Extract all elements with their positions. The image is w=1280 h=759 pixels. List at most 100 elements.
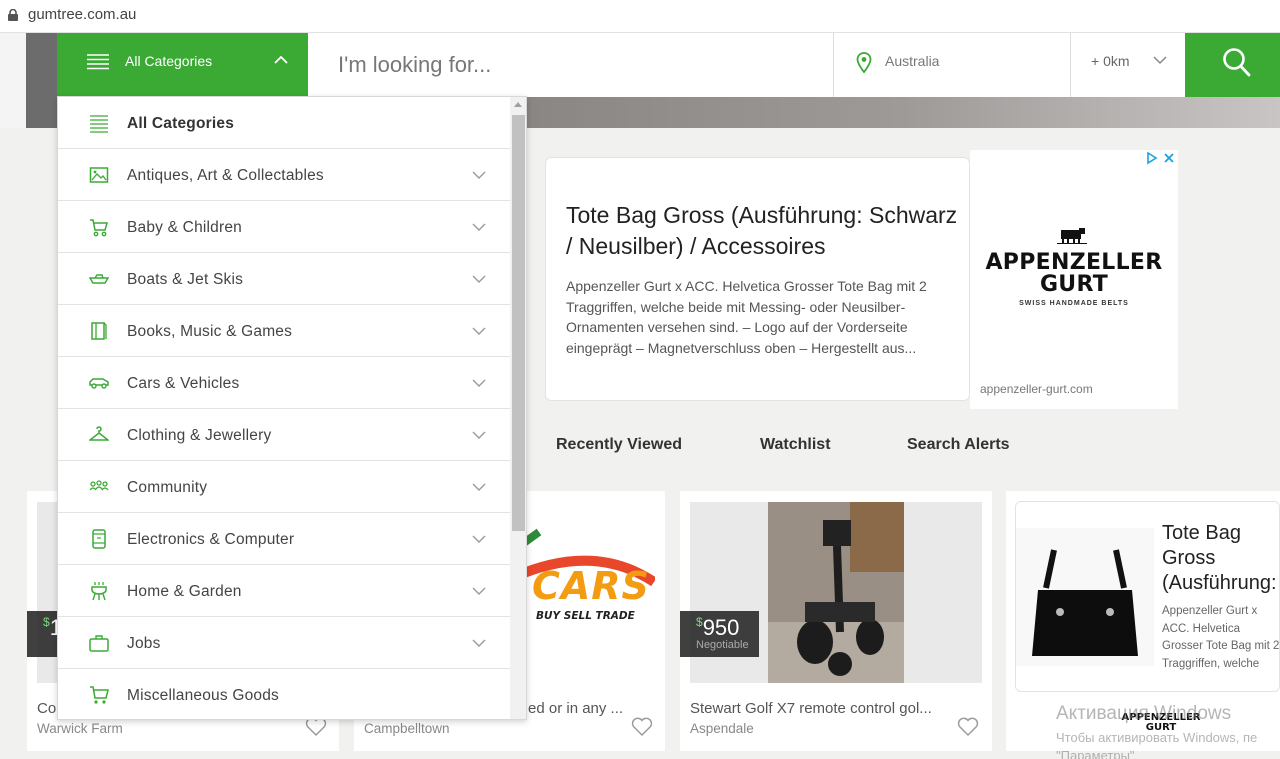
ad-card-title[interactable]: Tote Bag Gross (Ausführung: (1162, 521, 1280, 596)
category-item-electronics[interactable]: Electronics & Computer (58, 513, 511, 565)
location-field[interactable]: Australia (833, 33, 1070, 97)
phone-icon (92, 529, 106, 549)
category-dropdown[interactable]: All Categories Antiques, Art & Collectab… (57, 96, 527, 720)
chevron-down-icon (472, 483, 486, 491)
category-label: All Categories (127, 115, 235, 132)
category-item-cars[interactable]: Cars & Vehicles (58, 357, 511, 409)
browser-address-bar[interactable]: gumtree.com.au (0, 0, 1280, 33)
category-item-misc[interactable]: Miscellaneous Goods (58, 669, 511, 719)
tab-recently-viewed[interactable]: Recently Viewed (556, 436, 682, 454)
price-amount: 950 (702, 615, 740, 640)
lock-icon (8, 9, 18, 21)
price-currency: $ (43, 615, 50, 629)
briefcase-icon (89, 635, 109, 652)
search-input[interactable] (308, 33, 833, 97)
category-label: Books, Music & Games (127, 323, 293, 340)
chevron-down-icon (472, 275, 486, 283)
adchoices-icon[interactable] (1145, 151, 1175, 165)
category-label: Electronics & Computer (127, 531, 295, 548)
windows-watermark-text2: "Параметры" (1056, 748, 1135, 759)
tab-watchlist[interactable]: Watchlist (760, 436, 831, 454)
people-icon (89, 480, 109, 491)
category-item-all[interactable]: All Categories (58, 97, 511, 149)
chevron-down-icon (1153, 56, 1167, 65)
chevron-down-icon (472, 171, 486, 179)
chevron-down-icon (472, 535, 486, 543)
ad-title[interactable]: Tote Bag Gross (Ausführung: Schwarz / Ne… (566, 200, 961, 262)
heart-icon[interactable] (305, 717, 327, 737)
windows-watermark-title: Активация Windows (1056, 703, 1232, 724)
boat-icon (89, 274, 109, 284)
listing-title[interactable]: ed or in any ... (528, 700, 648, 717)
category-item-baby[interactable]: Baby & Children (58, 201, 511, 253)
chevron-down-icon (472, 327, 486, 335)
category-selector-label: All Categories (125, 53, 213, 69)
picture-icon (89, 167, 109, 183)
car-icon (89, 378, 109, 389)
category-item-boats[interactable]: Boats & Jet Skis (58, 253, 511, 305)
ad-brand-tagline: SWISS HANDMADE BELTS (1019, 300, 1129, 307)
category-label: Boats & Jet Skis (127, 271, 244, 288)
heart-icon[interactable] (957, 717, 979, 737)
book-icon (91, 322, 107, 340)
price-currency: $ (696, 615, 703, 629)
category-label: Home & Garden (127, 583, 242, 600)
tab-search-alerts[interactable]: Search Alerts (907, 436, 1010, 454)
cow-logo-icon (1057, 228, 1087, 244)
listing-location: Aspendale (690, 721, 754, 736)
category-item-jobs[interactable]: Jobs (58, 617, 511, 669)
hero-left-margin (0, 33, 26, 128)
chevron-down-icon (472, 431, 486, 439)
category-label: Antiques, Art & Collectables (127, 167, 324, 184)
listing-card[interactable]: $950 Negotiable Stewart Golf X7 remote c… (680, 491, 992, 751)
location-pin-icon (856, 52, 872, 74)
search-button[interactable] (1185, 33, 1280, 97)
chevron-down-icon (472, 587, 486, 595)
category-label: Baby & Children (127, 219, 243, 236)
radius-value: + 0km (1091, 53, 1130, 69)
listing-location: Warwick Farm (37, 721, 123, 736)
category-label: Cars & Vehicles (127, 375, 240, 392)
price-note: Negotiable (696, 639, 749, 651)
ad-brand-line2: GURT (1039, 272, 1109, 297)
price-tag: $950 Negotiable (680, 611, 759, 657)
category-label: Jobs (127, 635, 161, 652)
category-item-community[interactable]: Community (58, 461, 511, 513)
url-text: gumtree.com.au (28, 6, 137, 23)
category-label: Community (127, 479, 208, 496)
category-item-books[interactable]: Books, Music & Games (58, 305, 511, 357)
chevron-down-icon (472, 639, 486, 647)
ad-description: Appenzeller Gurt x ACC. Helvetica Grosse… (566, 278, 927, 356)
radius-select[interactable]: + 0km (1070, 33, 1185, 97)
chevron-down-icon (472, 379, 486, 387)
windows-watermark-text: Чтобы активировать Windows, пе (1056, 730, 1258, 745)
listing-location: Campbelltown (364, 721, 450, 736)
category-selector-button[interactable]: All Categories (57, 33, 308, 97)
menu-icon (87, 54, 109, 70)
search-icon (1223, 48, 1251, 77)
scroll-up-arrow-icon[interactable] (514, 102, 522, 107)
cars-logo-sub: BUY SELL TRADE (536, 610, 635, 622)
category-item-clothing[interactable]: Clothing & Jewellery (58, 409, 511, 461)
ad-card-text: Appenzeller Gurt x ACC. Helvetica Grosse… (1162, 605, 1280, 670)
category-item-home-garden[interactable]: Home & Garden (58, 565, 511, 617)
tote-bag-image (1016, 528, 1154, 666)
cart-icon (90, 686, 109, 704)
stroller-icon (90, 219, 108, 237)
heart-icon[interactable] (631, 717, 653, 737)
chevron-down-icon (472, 223, 486, 231)
ad-brand-line1: APPENZELLER (985, 250, 1163, 275)
scrollbar-thumb[interactable] (512, 115, 525, 531)
chevron-up-icon (274, 55, 288, 64)
location-value: Australia (885, 53, 940, 69)
ad-domain[interactable]: appenzeller-gurt.com (980, 382, 1093, 396)
bbq-icon (91, 582, 107, 601)
ad-brand-logo: APPENZELLER GURT (980, 252, 1168, 296)
listing-title[interactable]: Stewart Golf X7 remote control gol... (690, 700, 952, 717)
category-item-antiques[interactable]: Antiques, Art & Collectables (58, 149, 511, 201)
cars-logo-text: CARS (532, 564, 650, 608)
hanger-icon (89, 426, 109, 441)
category-label: Clothing & Jewellery (127, 427, 272, 444)
category-label: Miscellaneous Goods (127, 687, 279, 704)
menu-icon (90, 115, 108, 133)
